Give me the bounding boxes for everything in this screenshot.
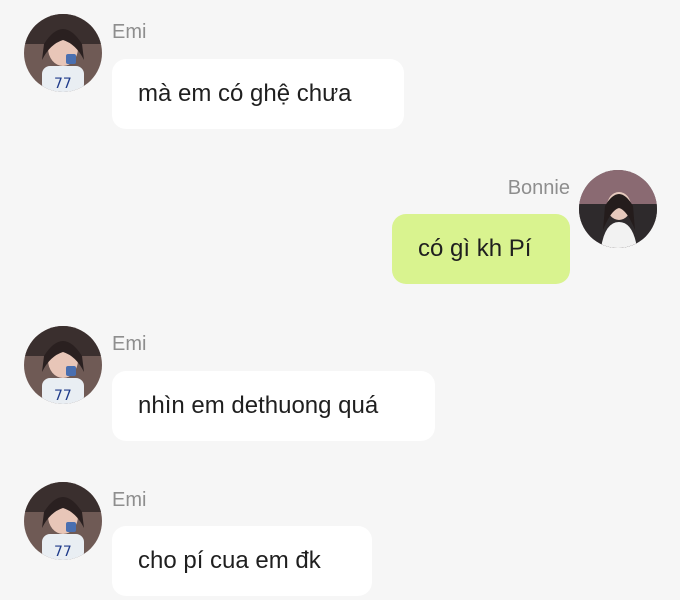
svg-text:77: 77 — [54, 544, 72, 560]
sender-name: Emi — [112, 333, 147, 355]
message-bubble-incoming[interactable]: mà em có ghệ chưa — [112, 59, 404, 129]
avatar-emi[interactable]: 77 — [24, 482, 102, 560]
message-bubble-incoming[interactable]: nhìn em dethuong quá — [112, 371, 435, 441]
svg-text:77: 77 — [54, 76, 72, 92]
message-bubble-outgoing[interactable]: có gì kh Pí — [392, 214, 570, 284]
avatar-bonnie[interactable] — [579, 170, 657, 248]
avatar-bonnie-image — [579, 170, 657, 248]
avatar-emi-image: 77 — [24, 482, 102, 560]
avatar-emi-image: 77 — [24, 14, 102, 92]
svg-text:77: 77 — [54, 388, 72, 404]
sender-name: Emi — [112, 489, 147, 511]
sender-name: Bonnie — [507, 177, 570, 199]
avatar-emi[interactable]: 77 — [24, 326, 102, 404]
chat-thread: 77 Emi mà em có ghệ chưa Bonnie có gì kh… — [0, 0, 680, 600]
message-bubble-incoming[interactable]: cho pí cua em đk — [112, 526, 372, 596]
sender-name: Emi — [112, 21, 147, 43]
avatar-emi[interactable]: 77 — [24, 14, 102, 92]
avatar-emi-image: 77 — [24, 326, 102, 404]
